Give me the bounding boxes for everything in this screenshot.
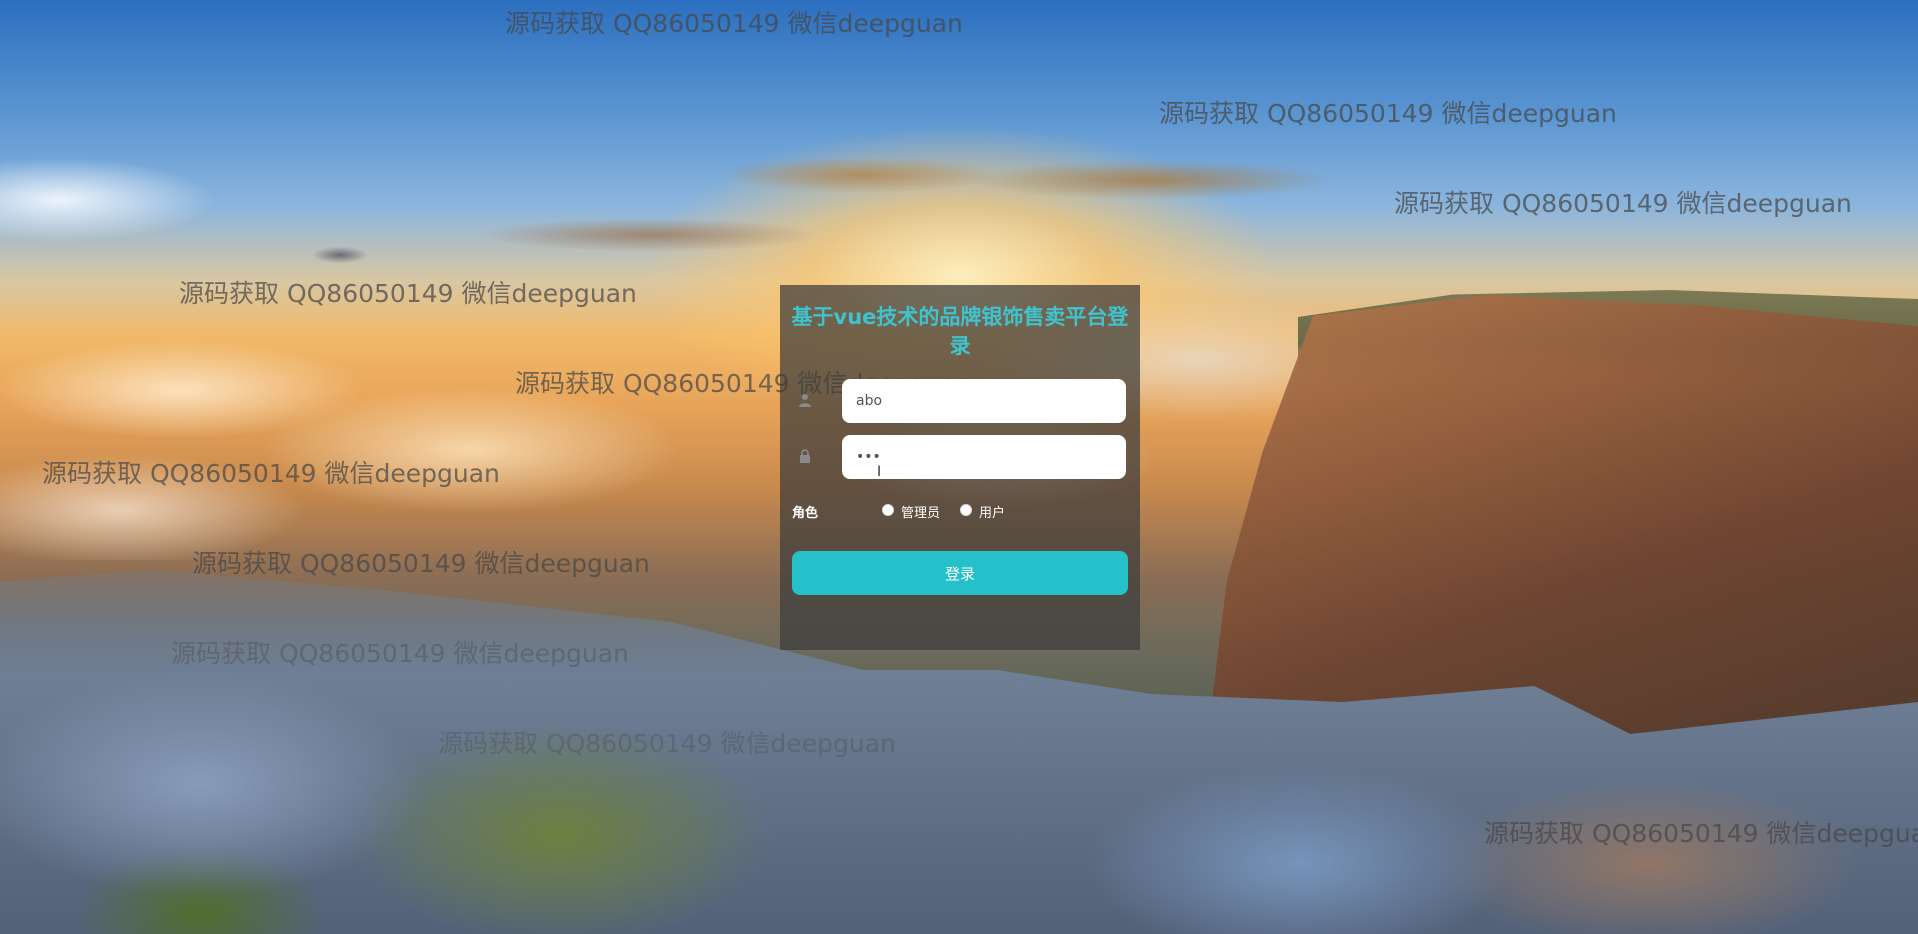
text-cursor-icon: I — [877, 464, 882, 480]
role-radio-user[interactable] — [960, 504, 972, 516]
sky-clouds — [0, 140, 1918, 280]
password-row — [798, 435, 1128, 479]
role-label: 角色 — [792, 506, 819, 521]
login-page-background: 源码获取 QQ86050149 微信deepguan 源码获取 QQ860501… — [0, 0, 1918, 934]
role-radio-admin[interactable] — [882, 504, 894, 516]
user-icon — [798, 393, 812, 409]
role-selector: 角色 管理员 用户 — [792, 500, 1122, 521]
username-input[interactable] — [842, 379, 1126, 423]
login-title: 基于vue技术的品牌银饰售卖平台登录 — [791, 305, 1129, 358]
role-option-user-label[interactable]: 用户 — [979, 502, 1005, 521]
login-panel: 基于vue技术的品牌银饰售卖平台登录 角色 管理员 — [780, 285, 1140, 650]
username-row — [798, 379, 1128, 423]
watermark: 源码获取 QQ86050149 微信deepguan — [505, 9, 963, 38]
login-button[interactable]: 登录 — [792, 551, 1128, 595]
lock-icon — [798, 449, 812, 465]
role-option-admin-label[interactable]: 管理员 — [901, 502, 940, 521]
watermark: 源码获取 QQ86050149 微信deepguan — [1159, 99, 1617, 128]
